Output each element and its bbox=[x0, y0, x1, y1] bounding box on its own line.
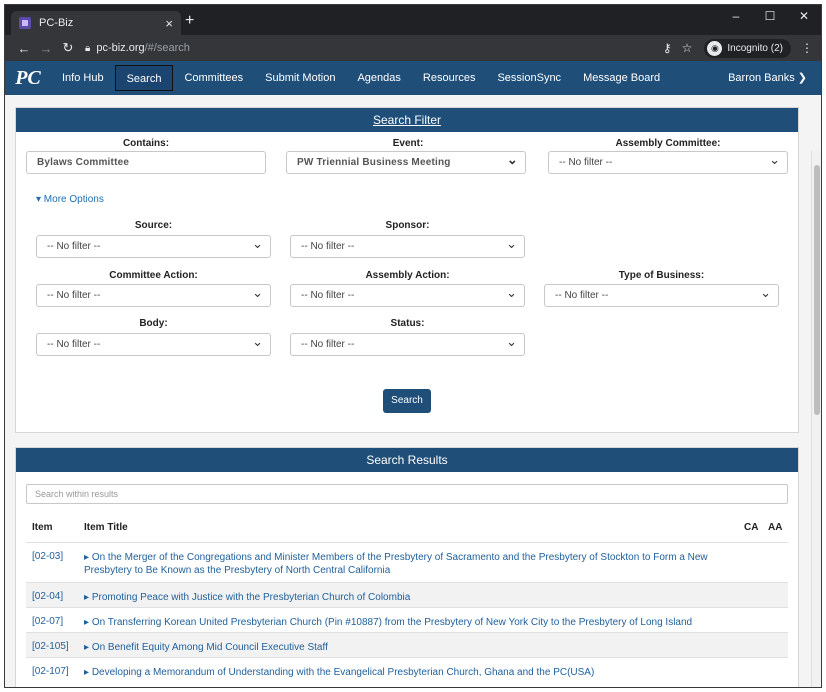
page-content: Search Filter Contains: Bylaws Committee… bbox=[5, 95, 821, 687]
row-item[interactable]: [02-04] bbox=[32, 591, 63, 602]
row-title[interactable]: On Transferring Korean United Presbyteri… bbox=[84, 616, 744, 629]
row-title[interactable]: Promoting Peace with Justice with the Pr… bbox=[84, 591, 744, 604]
search-filter-panel: Search Filter Contains: Bylaws Committee… bbox=[15, 107, 799, 433]
col-item[interactable]: Item bbox=[32, 522, 53, 533]
row-title[interactable]: On Benefit Equity Among Mid Council Exec… bbox=[84, 641, 744, 654]
table-row[interactable]: [02-03] On the Merger of the Congregatio… bbox=[26, 542, 788, 582]
row-title[interactable]: Developing a Memorandum of Understanding… bbox=[84, 666, 744, 679]
browser-tab[interactable]: PC-Biz × bbox=[11, 11, 181, 35]
assembly-action-select[interactable]: -- No filter -- bbox=[290, 282, 525, 307]
favicon-icon bbox=[19, 17, 31, 29]
search-filter-header[interactable]: Search Filter bbox=[16, 108, 798, 132]
search-button[interactable]: Search bbox=[383, 389, 431, 413]
scrollbar-thumb[interactable] bbox=[814, 165, 820, 415]
row-title[interactable]: On the Merger of the Congregations and M… bbox=[84, 551, 744, 577]
sponsor-label: Sponsor: bbox=[385, 220, 430, 231]
search-results-header: Search Results bbox=[16, 448, 798, 472]
nav-sessionsync[interactable]: SessionSync bbox=[486, 65, 572, 91]
url-field[interactable]: 🔒︎ pc-biz.org /#/search bbox=[85, 42, 653, 54]
tab-title: PC-Biz bbox=[39, 17, 74, 29]
nav-agendas[interactable]: Agendas bbox=[346, 65, 411, 91]
contains-label: Contains: bbox=[122, 138, 170, 149]
type-of-business-label: Type of Business: bbox=[618, 270, 705, 281]
col-ca[interactable]: CA bbox=[744, 522, 758, 533]
url-domain: pc-biz.org bbox=[96, 42, 145, 54]
window-controls: – ☐ ✕ bbox=[719, 5, 821, 27]
body-label: Body: bbox=[139, 318, 168, 329]
back-icon[interactable]: ← bbox=[13, 41, 35, 56]
results-table-header: Item Item Title CA AA bbox=[26, 522, 788, 540]
maximize-icon[interactable]: ☐ bbox=[753, 5, 787, 27]
address-bar: ← → ↻ 🔒︎ pc-biz.org /#/search ⚷ ☆ ◉ Inco… bbox=[5, 35, 821, 61]
reload-icon[interactable]: ↻ bbox=[57, 40, 79, 56]
committee-action-label: Committee Action: bbox=[109, 270, 198, 281]
nav-info-hub[interactable]: Info Hub bbox=[51, 65, 115, 91]
table-row[interactable]: [02-04] Promoting Peace with Justice wit… bbox=[26, 582, 788, 607]
page-scrollbar[interactable] bbox=[811, 151, 821, 687]
source-select[interactable]: -- No filter -- bbox=[36, 233, 271, 258]
table-row[interactable]: [02-07] On Transferring Korean United Pr… bbox=[26, 607, 788, 632]
status-select[interactable]: -- No filter -- bbox=[290, 331, 525, 356]
new-tab-icon[interactable]: + bbox=[185, 12, 194, 30]
browser-window: PC-Biz × + – ☐ ✕ ← → ↻ 🔒︎ pc-biz.org /#/… bbox=[4, 4, 822, 688]
col-item-title[interactable]: Item Title bbox=[84, 522, 128, 533]
menu-icon[interactable]: ⋮ bbox=[801, 41, 813, 55]
table-row[interactable]: [02-105] On Benefit Equity Among Mid Cou… bbox=[26, 632, 788, 657]
assembly-action-label: Assembly Action: bbox=[365, 270, 450, 281]
row-item[interactable]: [02-105] bbox=[32, 641, 69, 652]
col-aa[interactable]: AA bbox=[768, 522, 782, 533]
lock-icon: 🔒︎ bbox=[85, 42, 91, 54]
row-item[interactable]: [02-03] bbox=[32, 551, 63, 562]
key-icon[interactable]: ⚷ bbox=[663, 41, 672, 55]
minimize-icon[interactable]: – bbox=[719, 5, 753, 27]
type-of-business-select[interactable]: -- No filter -- bbox=[544, 282, 779, 307]
url-path: /#/search bbox=[144, 42, 190, 54]
more-options-toggle[interactable]: ▾ More Options bbox=[36, 194, 104, 205]
event-select[interactable]: PW Triennial Business Meeting bbox=[286, 149, 526, 174]
status-label: Status: bbox=[390, 318, 425, 329]
tab-close-icon[interactable]: × bbox=[165, 16, 173, 31]
incognito-label: Incognito (2) bbox=[727, 42, 783, 54]
site-nav: PC Info Hub Search Committees Submit Mot… bbox=[5, 61, 821, 95]
committee-action-select[interactable]: -- No filter -- bbox=[36, 282, 271, 307]
nav-resources[interactable]: Resources bbox=[412, 65, 487, 91]
close-window-icon[interactable]: ✕ bbox=[787, 5, 821, 27]
nav-submit-motion[interactable]: Submit Motion bbox=[254, 65, 346, 91]
assembly-committee-select[interactable]: -- No filter -- bbox=[548, 149, 788, 174]
sponsor-select[interactable]: -- No filter -- bbox=[290, 233, 525, 258]
contains-input[interactable]: Bylaws Committee bbox=[26, 151, 266, 174]
user-menu[interactable]: Barron Banks ❯ bbox=[728, 61, 807, 95]
nav-committees[interactable]: Committees bbox=[173, 65, 254, 91]
search-within-input[interactable]: Search within results bbox=[26, 484, 788, 504]
table-row[interactable]: [02-107] Developing a Memorandum of Unde… bbox=[26, 657, 788, 682]
source-label: Source: bbox=[134, 220, 173, 231]
nav-search[interactable]: Search bbox=[114, 65, 174, 91]
tab-bar: PC-Biz × + – ☐ ✕ bbox=[5, 5, 821, 35]
nav-message-board[interactable]: Message Board bbox=[572, 65, 671, 91]
star-icon[interactable]: ☆ bbox=[682, 41, 693, 55]
pc-biz-logo[interactable]: PC bbox=[5, 61, 51, 95]
row-item[interactable]: [02-107] bbox=[32, 666, 69, 677]
incognito-icon: ◉ bbox=[707, 40, 723, 56]
row-item[interactable]: [02-07] bbox=[32, 616, 63, 627]
search-results-panel: Search Results Search within results Ite… bbox=[15, 447, 799, 687]
event-label: Event: bbox=[392, 138, 424, 149]
assembly-committee-label: Assembly Committee: bbox=[615, 138, 721, 149]
body-select[interactable]: -- No filter -- bbox=[36, 331, 271, 356]
forward-icon[interactable]: → bbox=[35, 41, 57, 56]
incognito-indicator[interactable]: ◉ Incognito (2) bbox=[704, 38, 791, 58]
